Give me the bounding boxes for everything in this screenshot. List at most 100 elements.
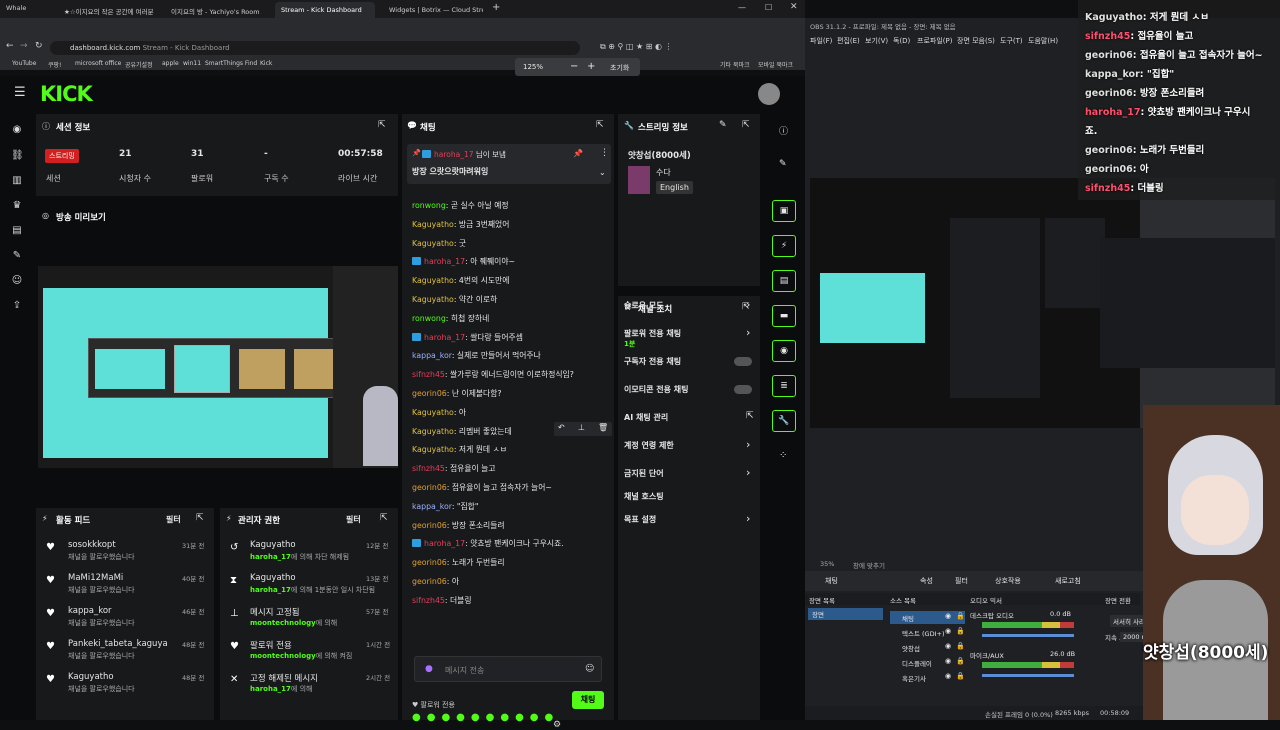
chat-message[interactable]: Kaguyatho: 방금 3번째었어: [412, 219, 509, 230]
chat-username[interactable]: Kaguyatho: [412, 427, 454, 436]
emote-icons[interactable]: ●●●●●●●●●●: [412, 712, 559, 723]
mod-item[interactable]: ⊥ 메시지 고정됨 moontechnology에 의해 57분 전: [220, 604, 398, 634]
tools-icon[interactable]: 🔧: [772, 410, 796, 432]
chat-username[interactable]: georin06: [412, 389, 447, 398]
chat-username[interactable]: ronwong: [412, 314, 446, 323]
popout-icon[interactable]: ⇱: [596, 120, 604, 130]
chat-message[interactable]: georin06: 난 이제볼다함?: [412, 388, 502, 399]
chat-username[interactable]: kappa_kor: [412, 502, 452, 511]
more-icon[interactable]: ⋮: [600, 148, 609, 158]
chevron-right-icon[interactable]: ›: [746, 438, 750, 451]
channel-action-item[interactable]: 구독자 전용 채팅: [624, 354, 756, 374]
chat-message[interactable]: kappa_kor: "집합": [412, 501, 478, 512]
pin-message-icon[interactable]: ⊥: [578, 423, 585, 432]
bookmark-win11[interactable]: win11: [183, 60, 201, 67]
layers-icon[interactable]: ≣: [772, 375, 796, 397]
link-icon[interactable]: ⛓: [11, 150, 24, 162]
chat-message[interactable]: haroha_17: 아 쮀쮀이야~: [412, 256, 515, 267]
activity-filter[interactable]: 필터: [166, 514, 181, 525]
wrench-icon[interactable]: ✎: [11, 250, 23, 262]
zoom-reset-button[interactable]: 초기화: [610, 63, 629, 73]
kick-logo[interactable]: KICK: [40, 82, 93, 106]
chat-message[interactable]: ronwong: 히첩 장하네: [412, 313, 489, 324]
popout-icon[interactable]: ⇱: [380, 513, 388, 523]
chat-username[interactable]: haroha_17: [424, 539, 465, 548]
chat-username[interactable]: haroha_17: [424, 333, 465, 342]
external-link-icon[interactable]: ⇱: [746, 411, 754, 421]
chevron-right-icon[interactable]: ›: [746, 326, 750, 339]
apps-icon[interactable]: ⁘: [779, 450, 787, 461]
chat-message[interactable]: Kaguyatho: 4번의 시도만에: [412, 275, 509, 286]
extension-icons[interactable]: ⧉ ⊕ ⚲ ◫ ★ ⊞ ◐ ⋮: [600, 42, 673, 52]
bookmark-other[interactable]: 기타 북마크: [720, 60, 750, 69]
delete-icon[interactable]: 🗑: [598, 423, 608, 432]
mod-item[interactable]: ♥ 팔로워 전용 moontechnology에 의해 켜짐 1시간 전: [220, 637, 398, 667]
tab-2[interactable]: 이지요의 방 - Yachiyo's Room: [165, 2, 270, 18]
chat-settings-icon[interactable]: ⚙: [553, 720, 561, 730]
bookmark-kick[interactable]: Kick: [260, 60, 272, 67]
chat-message[interactable]: sifnzh45: 쌀가루랑 에너드링이면 이로하정식임?: [412, 369, 574, 380]
chat-message[interactable]: haroha_17: 얏쵸방 팬케이크나 구우시죠.: [412, 538, 564, 549]
obs-scene-item[interactable]: 장면: [808, 608, 883, 620]
activity-item[interactable]: ♥ kappa_kor 채널을 팔로우했습니다 46분 전: [36, 604, 214, 634]
chat-username[interactable]: Kaguyatho: [412, 295, 454, 304]
chevron-right-icon[interactable]: ›: [746, 466, 750, 479]
forward-icon[interactable]: →: [20, 41, 28, 51]
popout-icon[interactable]: ⇱: [378, 120, 386, 130]
preview-video[interactable]: [38, 266, 398, 468]
broadcast-icon[interactable]: ◉: [772, 340, 796, 362]
obs-volume-slider[interactable]: [982, 634, 1074, 637]
obs-source-item[interactable]: 얏창섭 ◉ 🔒: [890, 641, 965, 654]
chat-username[interactable]: kappa_kor: [412, 351, 452, 360]
chat-message[interactable]: ronwong: 곧 실수 아닐 예정: [412, 200, 509, 211]
obs-interact-button[interactable]: 상호작용: [995, 576, 1021, 586]
maximize-button[interactable]: ☐: [765, 3, 772, 12]
chat-username[interactable]: georin06: [412, 558, 447, 567]
eye-icon[interactable]: ◉: [945, 672, 951, 680]
bookmark-coupang[interactable]: 쿠팡!: [48, 60, 61, 69]
chat-message[interactable]: haroha_17: 쌀다랑 들어주셈: [412, 332, 523, 343]
upload-icon[interactable]: ⇪: [11, 300, 23, 312]
chat-message[interactable]: georin06: 노래가 두번들리: [412, 557, 505, 568]
chat-send-button[interactable]: 채팅: [572, 691, 604, 709]
mod-filter[interactable]: 필터: [346, 514, 361, 525]
back-icon[interactable]: ←: [6, 41, 14, 51]
channel-action-item[interactable]: 금지된 단어 ›: [624, 466, 756, 486]
obs-preview[interactable]: [810, 178, 1275, 428]
chat-username[interactable]: Kaguyatho: [412, 445, 454, 454]
obs-fit[interactable]: 창에 맞추기: [853, 560, 885, 570]
obs-source-item[interactable]: 텍스트 (GDI+) ◉ 🔒: [890, 626, 965, 639]
channel-action-item[interactable]: 계정 연령 제한 ›: [624, 438, 756, 458]
obs-menu-file[interactable]: 파일(F): [810, 36, 832, 46]
chat-icon[interactable]: ▬: [772, 305, 796, 327]
eye-icon[interactable]: ◉: [945, 642, 951, 650]
obs-menu-view[interactable]: 보기(V): [865, 36, 888, 46]
bookmark-youtube[interactable]: YouTube: [12, 60, 36, 67]
lock-icon[interactable]: 🔒: [956, 672, 965, 680]
activity-item[interactable]: ♥ MaMi12MaMi 채널을 팔로우했습니다 40분 전: [36, 571, 214, 601]
obs-menu-dock[interactable]: 독(D): [893, 36, 910, 46]
zoom-out-button[interactable]: −: [570, 61, 578, 72]
lock-icon[interactable]: 🔒: [956, 612, 965, 620]
unpin-icon[interactable]: 📌: [573, 149, 583, 158]
chat-username[interactable]: georin06: [412, 577, 447, 586]
chat-username[interactable]: sifnzh45: [412, 596, 445, 605]
bookmark-smartthings[interactable]: SmartThings Find: [205, 60, 257, 67]
toggle-switch[interactable]: [734, 385, 752, 394]
chat-message[interactable]: kappa_kor: 실제로 만들어서 먹어주나: [412, 350, 541, 361]
crop-icon[interactable]: ▣: [772, 200, 796, 222]
popout-icon[interactable]: ⇱: [196, 513, 204, 523]
popout-icon[interactable]: ⇱: [742, 120, 750, 130]
mic-icon[interactable]: ●: [425, 664, 433, 674]
channel-action-item[interactable]: 채널 호스팅: [624, 489, 756, 509]
obs-source-item[interactable]: 디스플레이 ◉ 🔒: [890, 656, 965, 669]
menu-icon[interactable]: ☰: [14, 85, 26, 100]
chat-username[interactable]: Kaguyatho: [412, 239, 454, 248]
chevron-down-icon[interactable]: ⌄: [599, 168, 606, 177]
obs-menu-help[interactable]: 도움말(H): [1028, 36, 1058, 46]
obs-menu-tools[interactable]: 도구(T): [1000, 36, 1023, 46]
pencil-icon[interactable]: ✎: [779, 159, 787, 169]
new-tab-button[interactable]: +: [492, 2, 500, 13]
mod-item[interactable]: ✕ 고정 해제된 메시지 haroha_17에 의해 2시간 전: [220, 670, 398, 700]
chat-message[interactable]: sifnzh45: 접유율이 늘고: [412, 463, 496, 474]
